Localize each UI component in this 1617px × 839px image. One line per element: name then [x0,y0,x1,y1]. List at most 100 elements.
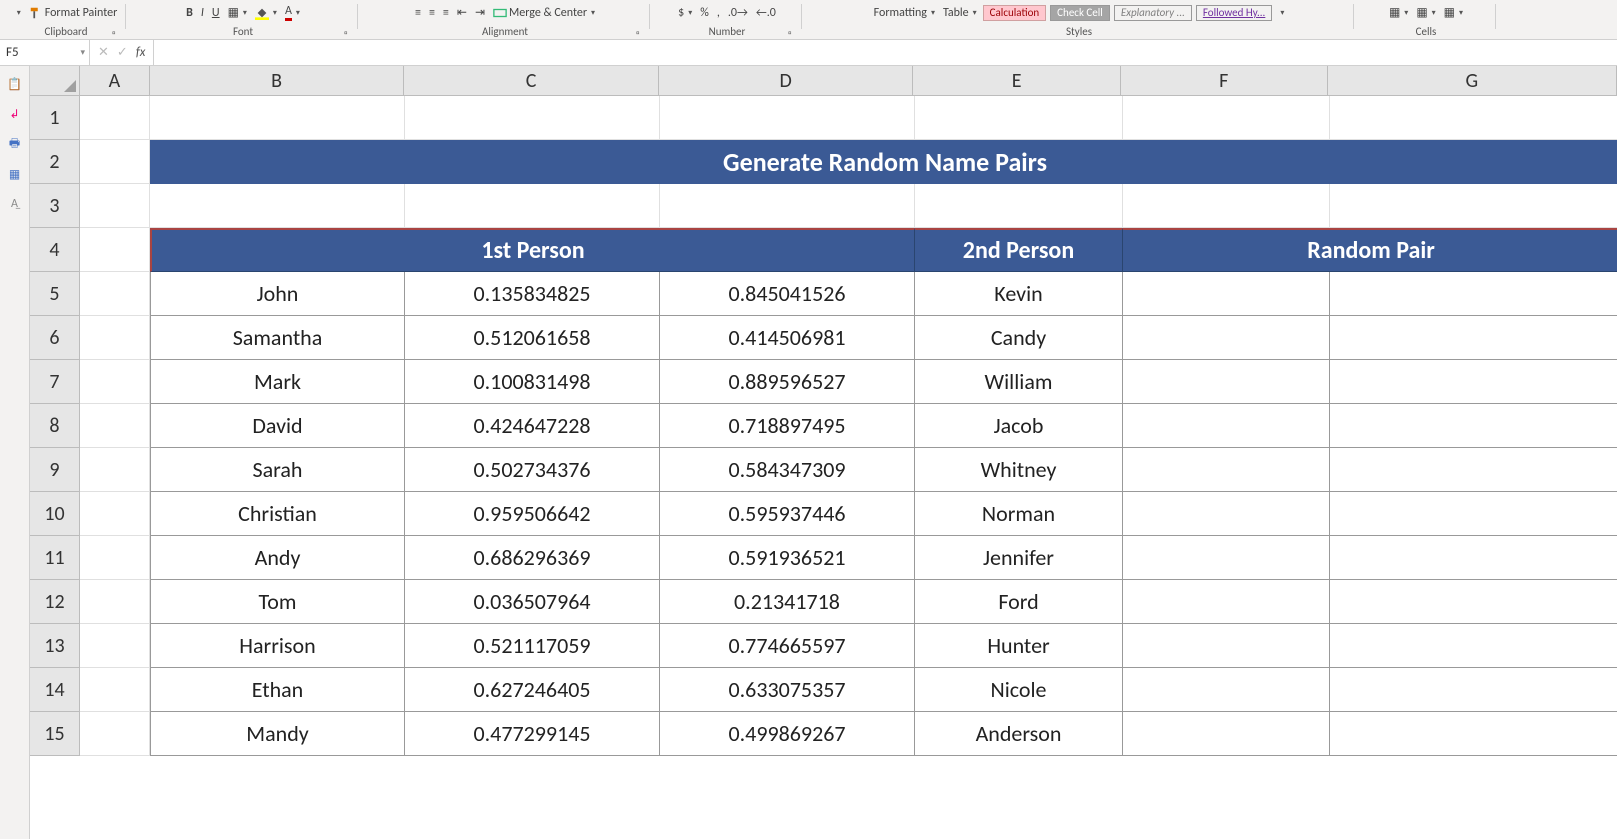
cell-E7[interactable]: William [915,360,1123,404]
fx-icon[interactable]: fx [136,45,146,60]
cell-A12[interactable] [80,580,150,624]
cell-B5[interactable]: John [150,272,405,316]
delete-cells-button[interactable]: ▦ [1414,5,1437,20]
col-header-C[interactable]: C [404,66,659,96]
col-header-B[interactable]: B [150,66,405,96]
cell-A5[interactable] [80,272,150,316]
col-header-A[interactable]: A [80,66,150,96]
cell-F15[interactable] [1123,712,1330,756]
cell-F14[interactable] [1123,668,1330,712]
cell-D13[interactable]: 0.774665597 [660,624,915,668]
cell-E8[interactable]: Jacob [915,404,1123,448]
cell-F13[interactable] [1123,624,1330,668]
cell-C9[interactable]: 0.502734376 [405,448,660,492]
cell-E5[interactable]: Kevin [915,272,1123,316]
cell-E13[interactable]: Hunter [915,624,1123,668]
row-header-15[interactable]: 15 [30,712,80,756]
cell-A15[interactable] [80,712,150,756]
row-header-14[interactable]: 14 [30,668,80,712]
row-header-6[interactable]: 6 [30,316,80,360]
col-header-E[interactable]: E [913,66,1121,96]
cell-C10[interactable]: 0.959506642 [405,492,660,536]
col-header-G[interactable]: G [1328,66,1617,96]
cell-B7[interactable]: Mark [150,360,405,404]
cell-D5[interactable]: 0.845041526 [660,272,915,316]
cell-B15[interactable]: Mandy [150,712,405,756]
cell-C1[interactable] [405,96,660,140]
side-text-icon[interactable]: A̲ [7,196,23,212]
cell-D3[interactable] [660,184,915,228]
fill-color-button[interactable] [253,6,279,20]
col-header-F[interactable]: F [1121,66,1328,96]
bold-button[interactable]: B [184,6,195,20]
cell-A10[interactable] [80,492,150,536]
cell-G11[interactable] [1330,536,1617,580]
cell-B10[interactable]: Christian [150,492,405,536]
cell-B9[interactable]: Sarah [150,448,405,492]
cell-G5[interactable] [1330,272,1617,316]
style-check-cell[interactable]: Check Cell [1050,5,1110,21]
clipboard-launcher-icon[interactable]: ▫ [112,26,124,38]
cell-F6[interactable] [1123,316,1330,360]
header-random-pair[interactable]: Random Pair [1123,228,1617,272]
cell-A4[interactable] [80,228,150,272]
cell-F12[interactable] [1123,580,1330,624]
cell-D12[interactable]: 0.21341718 [660,580,915,624]
formula-enter-icon[interactable]: ✓ [117,45,128,60]
cell-F5[interactable] [1123,272,1330,316]
cell-G9[interactable] [1330,448,1617,492]
side-print-icon[interactable]: 🖶 [7,136,23,152]
select-all-corner[interactable] [30,66,80,96]
cell-G1[interactable] [1330,96,1617,140]
comma-button[interactable]: , [715,6,722,20]
header-2nd-person[interactable]: 2nd Person [915,228,1123,272]
insert-cells-button[interactable]: ▦ [1387,5,1410,20]
cell-E9[interactable]: Whitney [915,448,1123,492]
cell-B3[interactable] [150,184,405,228]
cell-A13[interactable] [80,624,150,668]
cell-G13[interactable] [1330,624,1617,668]
cell-D14[interactable]: 0.633075357 [660,668,915,712]
cell-F3[interactable] [1123,184,1330,228]
cell-E12[interactable]: Ford [915,580,1123,624]
side-arrow-icon[interactable]: ↲ [7,106,23,122]
cell-C12[interactable]: 0.036507964 [405,580,660,624]
align-right-button[interactable]: ≡ [441,6,451,20]
cell-G3[interactable] [1330,184,1617,228]
cell-D15[interactable]: 0.499869267 [660,712,915,756]
row-header-13[interactable]: 13 [30,624,80,668]
cell-E1[interactable] [915,96,1123,140]
side-clipboard-icon[interactable]: 📋 [7,76,23,92]
cell-E3[interactable] [915,184,1123,228]
cell-A14[interactable] [80,668,150,712]
cell-G14[interactable] [1330,668,1617,712]
cell-D1[interactable] [660,96,915,140]
increase-decimal-button[interactable]: .0→ [726,6,750,20]
cell-C7[interactable]: 0.100831498 [405,360,660,404]
align-left-button[interactable]: ≡ [413,6,423,20]
cell-D8[interactable]: 0.718897495 [660,404,915,448]
spreadsheet-grid[interactable]: A B C D E F G 1 2 3 4 5 6 7 8 9 10 11 12… [30,66,1617,839]
cell-F10[interactable] [1123,492,1330,536]
cell-F11[interactable] [1123,536,1330,580]
cell-D11[interactable]: 0.591936521 [660,536,915,580]
cell-B11[interactable]: Andy [150,536,405,580]
style-explanatory[interactable]: Explanatory ... [1114,5,1192,21]
cell-C5[interactable]: 0.135834825 [405,272,660,316]
cell-A2[interactable] [80,140,150,184]
font-color-button[interactable]: A [283,4,302,21]
cell-A7[interactable] [80,360,150,404]
styles-more-button[interactable] [1276,8,1286,18]
formula-input[interactable] [154,40,1617,65]
border-button[interactable]: ▦ [226,5,249,20]
alignment-launcher-icon[interactable]: ▫ [636,26,648,38]
paste-dropdown[interactable] [13,8,23,18]
currency-button[interactable]: $ [676,6,694,20]
cell-D10[interactable]: 0.595937446 [660,492,915,536]
name-box[interactable]: F5 [0,40,90,65]
col-header-D[interactable]: D [659,66,914,96]
cells-area[interactable]: Generate Random Name Pairs 1st Person 2n… [80,96,1617,756]
row-header-12[interactable]: 12 [30,580,80,624]
row-header-8[interactable]: 8 [30,404,80,448]
cell-E15[interactable]: Anderson [915,712,1123,756]
